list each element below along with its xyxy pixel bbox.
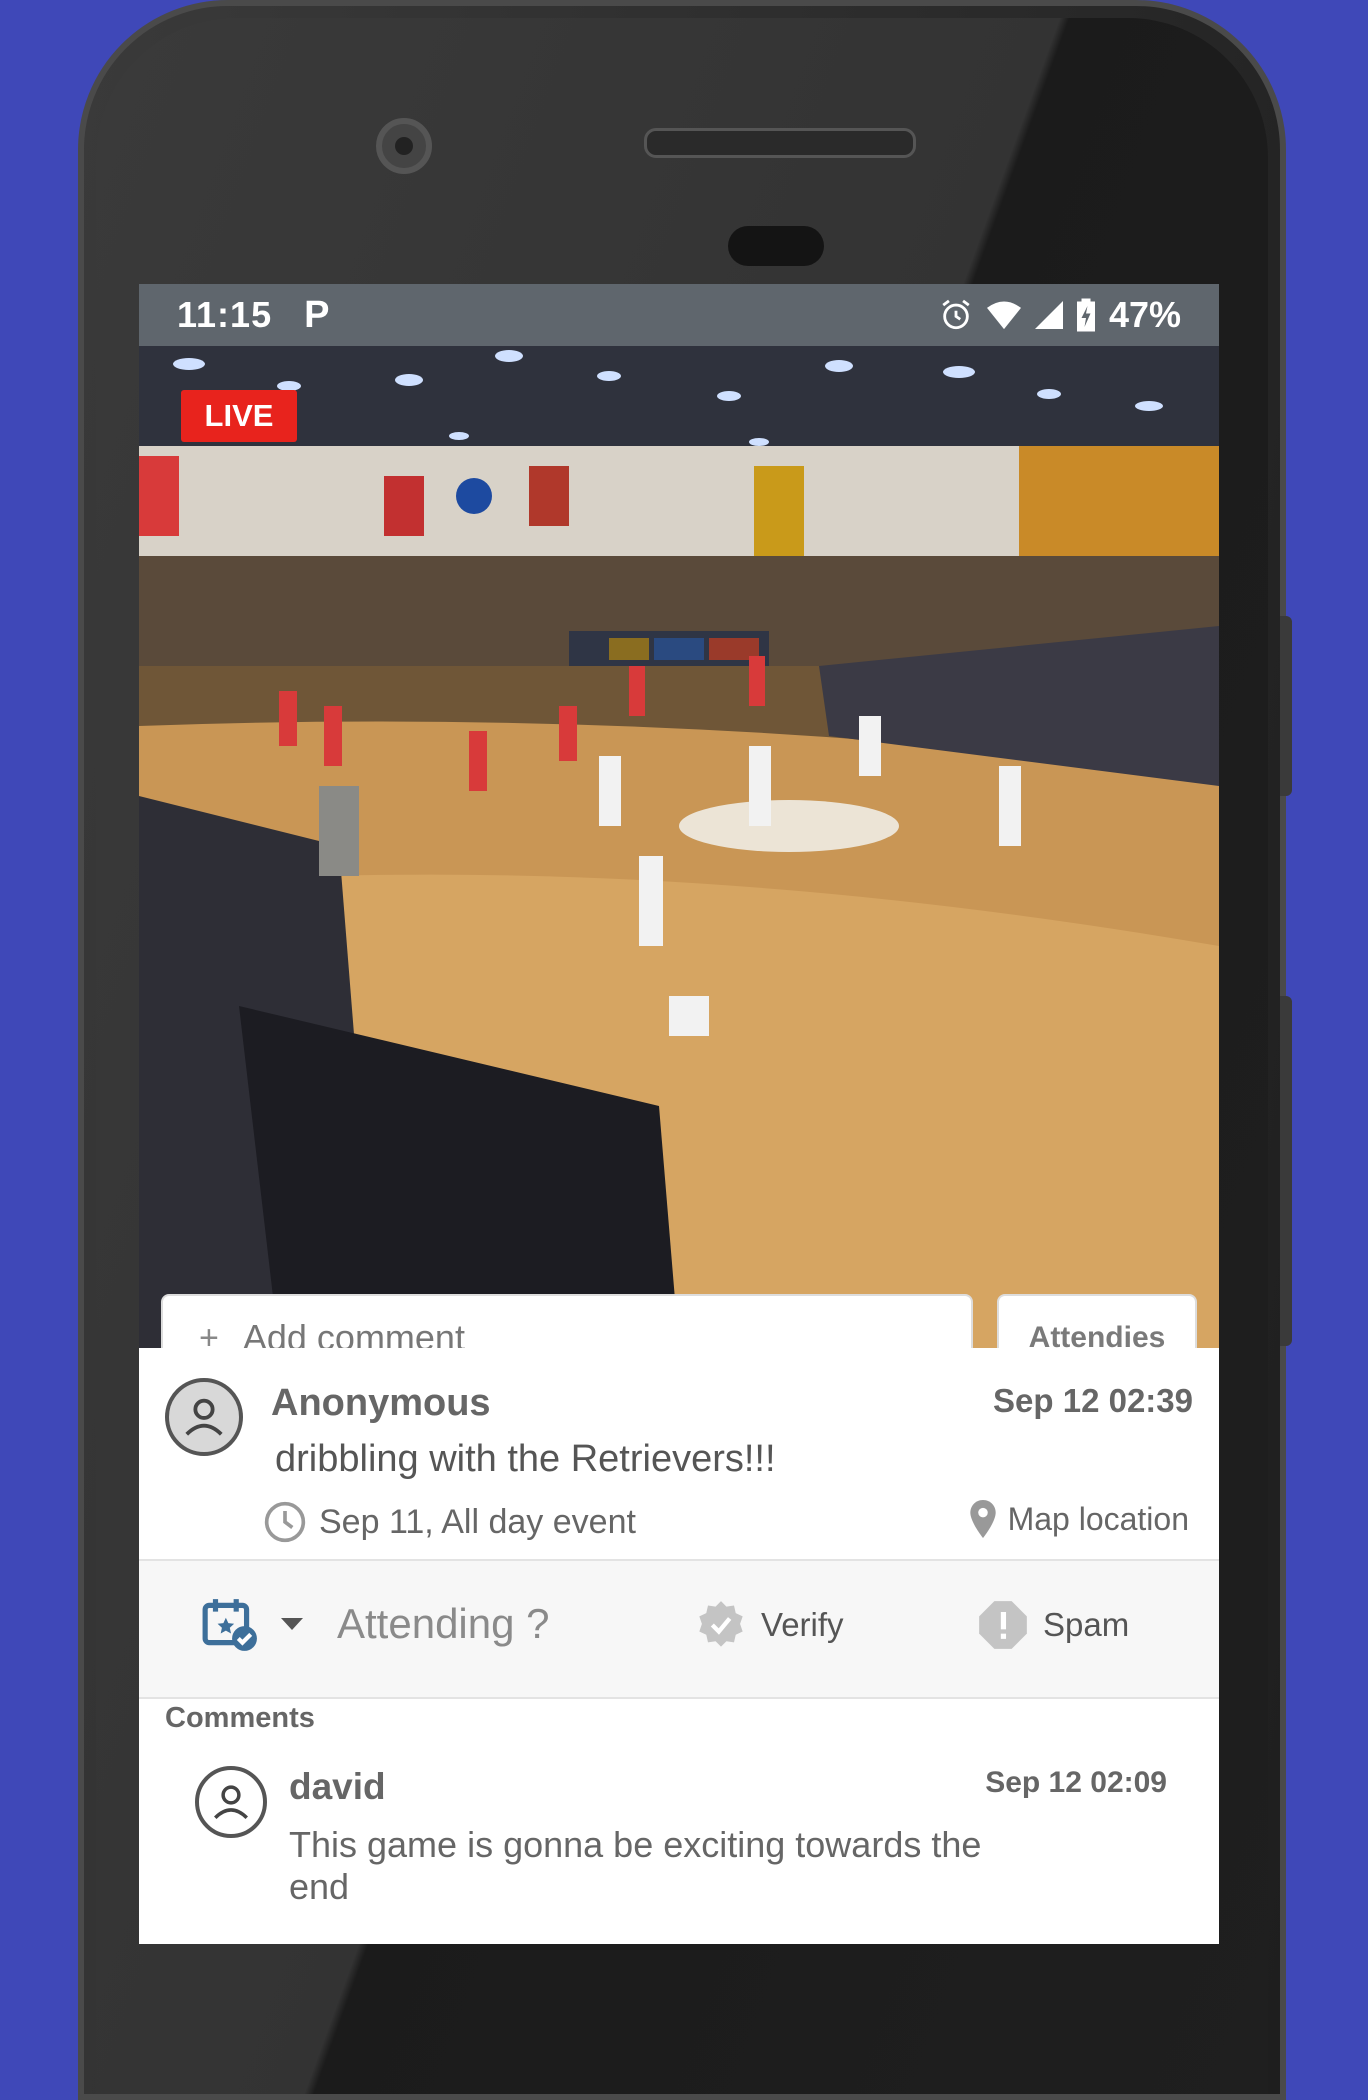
verify-button[interactable]: Verify [695,1599,844,1651]
event-time: Sep 11, All day event [263,1500,636,1544]
live-badge: LIVE [181,390,297,442]
spam-label: Spam [1043,1606,1130,1643]
post-timestamp: Sep 12 02:39 [993,1382,1193,1419]
calendar-check-icon [202,1599,257,1651]
verify-label: Verify [761,1606,844,1643]
map-location-label: Map location [1007,1500,1189,1537]
post-text: dribbling with the Retrievers!!! [275,1438,776,1480]
attendies-button[interactable]: Attendies [997,1294,1197,1348]
comment-author: david [289,1766,386,1807]
status-icons: 47% [939,294,1181,336]
volume-button [1280,996,1292,1346]
post-author: Anonymous [271,1382,491,1424]
event-post: Anonymous Sep 12 02:39 dribbling with th… [139,1348,1219,1561]
comment-timestamp: Sep 12 02:09 [985,1766,1167,1799]
user-icon [214,1785,248,1820]
alarm-icon [942,299,970,330]
basketball-court-video-frame [139,346,1219,1348]
comment-input[interactable] [240,1316,845,1348]
power-button [1280,616,1292,796]
comments-heading: Comments [165,1702,315,1734]
post-actions-bar: Attending ? Verify Spam [139,1561,1219,1699]
live-video-feed[interactable]: LIVE + Attendies [139,346,1219,1348]
chevron-down-icon [281,1618,303,1630]
attending-dropdown[interactable]: Attending ? [201,1595,550,1653]
event-time-label: Sep 11, All day event [319,1502,636,1541]
attending-label: Attending ? [337,1600,550,1647]
verified-badge-icon [699,1601,743,1647]
battery-percent: 47% [1108,294,1181,335]
plus-icon: + [199,1318,219,1349]
proximity-sensor [728,226,824,266]
wifi-icon [986,301,1021,330]
avatar[interactable] [165,1378,243,1456]
earpiece-speaker [644,128,916,158]
battery-icon [1076,298,1095,332]
comment-item: david Sep 12 02:09 This game is gonna be… [139,1742,1219,1944]
clock-icon [264,1501,306,1543]
spam-button[interactable]: Spam [977,1599,1129,1651]
avatar[interactable] [195,1766,267,1838]
user-icon [185,1398,223,1436]
status-bar: 11:15 P 47% [139,284,1219,346]
parking-app-icon: P [304,293,330,336]
signal-icon [1034,301,1063,329]
map-location-link[interactable]: Map location [969,1500,1189,1538]
status-time: 11:15 [177,294,273,335]
app-screen: 11:15 P 47% LIVE + Add comment Attendies… [139,284,1219,1944]
report-icon [979,1601,1027,1649]
comment-text: This game is gonna be exciting towards t… [289,1824,982,1908]
add-comment-field[interactable]: + [161,1294,973,1348]
front-camera [376,118,432,174]
location-pin-icon [969,1500,996,1538]
